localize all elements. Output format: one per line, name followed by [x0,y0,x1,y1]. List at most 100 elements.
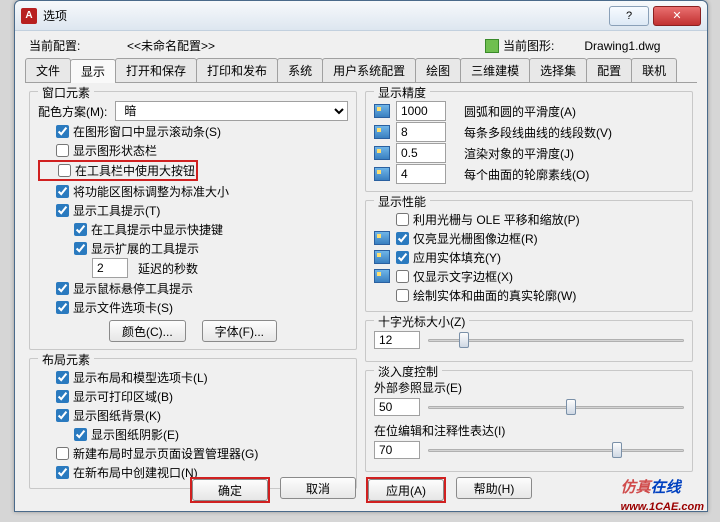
apply-button[interactable]: 应用(A) [368,479,444,501]
lbl-paper-bg: 显示图纸背景(K) [73,407,161,424]
chk-ext-tooltip[interactable] [74,242,87,255]
lbl-tooltips: 显示工具提示(T) [73,202,160,219]
tab-system[interactable]: 系统 [277,58,323,82]
row-print-area: 显示可打印区域(B) [38,387,348,405]
chk-raster-frame[interactable] [396,232,409,245]
row-solid-fill: 应用实体填充(Y) [374,248,684,266]
lbl-polyline-segs: 每条多段线曲线的线段数(V) [464,124,612,141]
drawing-label: 当前图形: [503,37,554,54]
chk-model-tabs[interactable] [56,371,69,384]
group-window-elements: 窗口元素 配色方案(M): 暗 在图形窗口中显示滚动条(S) 显示图形状态栏 [29,91,357,350]
colors-button[interactable]: 颜色(C)... [109,320,186,342]
dialog-footer: 确定 取消 应用(A) 帮助(H) [15,477,707,503]
lbl-file-tabs: 显示文件选项卡(S) [73,299,173,316]
chk-large-buttons[interactable] [58,164,71,177]
drawing-pref-icon [374,104,390,118]
tab-user-pref[interactable]: 用户系统配置 [322,58,416,82]
crosshair-value[interactable]: 12 [374,331,420,349]
surf-contour-input[interactable] [396,164,446,184]
chk-scrollbars[interactable] [56,125,69,138]
chk-mouse-tooltip[interactable] [56,282,69,295]
chk-file-tabs[interactable] [56,301,69,314]
ok-button[interactable]: 确定 [192,479,268,501]
lbl-scrollbars: 在图形窗口中显示滚动条(S) [73,123,221,140]
color-scheme-label: 配色方案(M): [38,103,107,120]
lbl-ext-tooltip: 显示扩展的工具提示 [91,240,199,257]
row-tooltip-shortcut: 在工具提示中显示快捷键 [38,220,348,238]
color-scheme-select[interactable]: 暗 [115,101,348,121]
lbl-solid-fill: 应用实体填充(Y) [413,249,501,266]
cancel-button[interactable]: 取消 [280,477,356,499]
lbl-tooltip-shortcut: 在工具提示中显示快捷键 [91,221,223,238]
group-fade-control: 淡入度控制 外部参照显示(E) 50 在位编辑和注释性表达(I) 70 [365,370,693,472]
fonts-button[interactable]: 字体(F)... [202,320,277,342]
chk-ole-pan[interactable] [396,213,409,226]
tab-selection[interactable]: 选择集 [529,58,587,82]
profile-value: <<未命名配置>> [127,37,215,54]
lbl-paper-shadow: 显示图纸阴影(E) [91,426,179,443]
tab-display[interactable]: 显示 [70,59,116,83]
row-surf-contour: 每个曲面的轮廓素线(O) [374,164,684,184]
row-ext-tooltip: 显示扩展的工具提示 [38,239,348,257]
edit-fade-slider[interactable] [428,441,684,459]
row-ole-pan: 利用光栅与 OLE 平移和缩放(P) [374,210,684,228]
row-status-bar: 显示图形状态栏 [38,141,348,159]
tab-3d[interactable]: 三维建模 [460,58,530,82]
legend-fade-control: 淡入度控制 [374,363,442,380]
row-polyline-segs: 每条多段线曲线的线段数(V) [374,122,684,142]
chk-tooltips[interactable] [56,204,69,217]
close-button[interactable]: ✕ [653,6,701,26]
lbl-ole-pan: 利用光栅与 OLE 平移和缩放(P) [413,211,580,228]
polyline-segs-input[interactable] [396,122,446,142]
row-tooltips: 显示工具提示(T) [38,201,348,219]
left-column: 窗口元素 配色方案(M): 暗 在图形窗口中显示滚动条(S) 显示图形状态栏 [25,91,361,479]
lbl-raster-frame: 仅亮显光栅图像边框(R) [413,230,538,247]
chk-paper-shadow[interactable] [74,428,87,441]
drawing-pref-icon [374,250,390,264]
chk-text-frame[interactable] [396,270,409,283]
row-delay: 延迟的秒数 [38,258,348,278]
chk-resize-icons[interactable] [56,185,69,198]
xref-fade-slider[interactable] [428,398,684,416]
tab-file[interactable]: 文件 [25,58,71,82]
row-large-buttons: 在工具栏中使用大按钮 [38,160,198,181]
delay-input[interactable] [92,258,128,278]
lbl-model-tabs: 显示布局和模型选项卡(L) [73,369,208,386]
tab-drafting[interactable]: 绘图 [415,58,461,82]
tab-profiles[interactable]: 配置 [586,58,632,82]
chk-solid-fill[interactable] [396,251,409,264]
row-text-frame: 仅显示文字边框(X) [374,267,684,285]
lbl-render-smooth: 渲染对象的平滑度(J) [464,145,574,162]
chk-print-area[interactable] [56,390,69,403]
crosshair-slider[interactable] [428,331,684,349]
tab-plot[interactable]: 打印和发布 [196,58,278,82]
chk-status-bar[interactable] [56,144,69,157]
arc-smooth-input[interactable] [396,101,446,121]
chk-paper-bg[interactable] [56,409,69,422]
tab-online[interactable]: 联机 [631,58,677,82]
chk-tooltip-shortcut[interactable] [74,223,87,236]
lbl-arc-smooth: 圆弧和圆的平滑度(A) [464,103,576,120]
row-file-tabs: 显示文件选项卡(S) [38,298,348,316]
app-icon: A [21,8,37,24]
group-layout-elements: 布局元素 显示布局和模型选项卡(L) 显示可打印区域(B) 显示图纸背景(K) … [29,358,357,489]
lbl-status-bar: 显示图形状态栏 [73,142,157,159]
xref-slider-row: 50 [374,398,684,416]
chk-page-setup[interactable] [56,447,69,460]
legend-window-elements: 窗口元素 [38,84,94,101]
lbl-edit-fade: 在位编辑和注释性表达(I) [374,422,684,439]
help-button-titlebar[interactable]: ? [609,6,649,26]
group-display-performance: 显示性能 利用光栅与 OLE 平移和缩放(P) 仅亮显光栅图像边框(R) 应用实… [365,200,693,312]
row-raster-frame: 仅亮显光栅图像边框(R) [374,229,684,247]
xref-fade-value[interactable]: 50 [374,398,420,416]
edit-fade-value[interactable]: 70 [374,441,420,459]
lbl-print-area: 显示可打印区域(B) [73,388,173,405]
lbl-xref-fade: 外部参照显示(E) [374,379,684,396]
help-button[interactable]: 帮助(H) [456,477,532,499]
tab-open-save[interactable]: 打开和保存 [115,58,197,82]
row-silhouette: 绘制实体和曲面的真实轮廓(W) [374,286,684,304]
chk-silhouette[interactable] [396,289,409,302]
render-smooth-input[interactable] [396,143,446,163]
lbl-page-setup: 新建布局时显示页面设置管理器(G) [73,445,258,462]
edit-slider-row: 70 [374,441,684,459]
